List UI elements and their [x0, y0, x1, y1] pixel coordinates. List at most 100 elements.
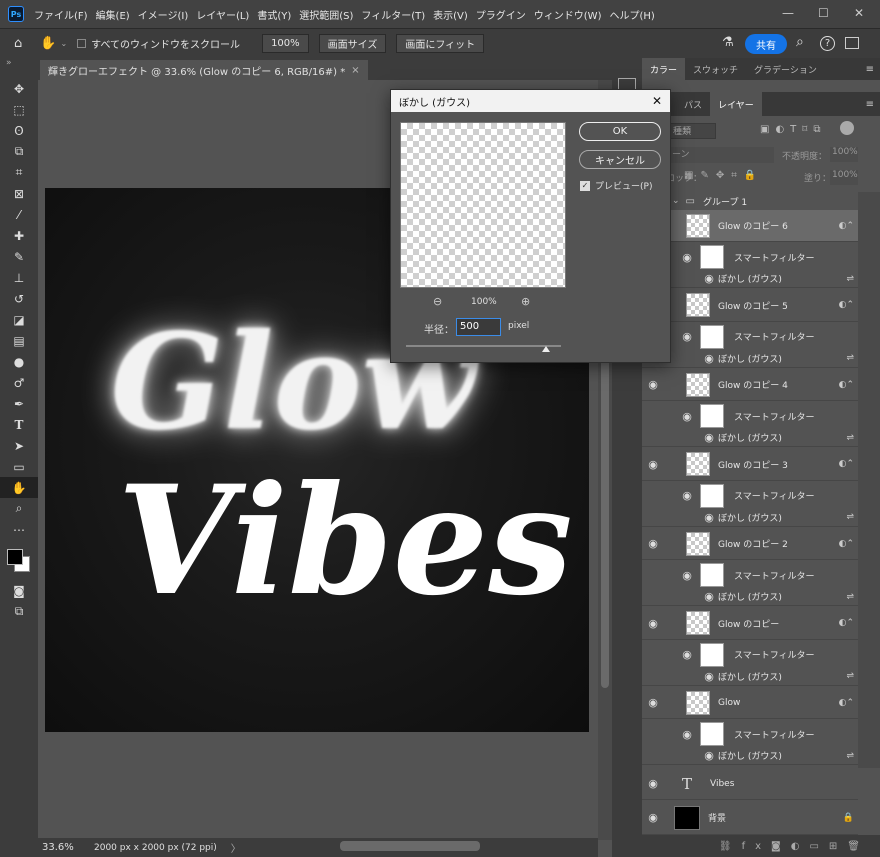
visibility-eye-icon[interactable]: ◉ [702, 590, 716, 603]
color-swatches[interactable] [0, 540, 38, 580]
hand-tool-icon[interactable]: ✋ [0, 477, 38, 498]
filter-options-icon[interactable]: ⇌ [846, 353, 854, 363]
more-tools-icon[interactable]: ⋯ [0, 519, 38, 540]
visibility-eye-icon[interactable]: ◉ [642, 458, 664, 471]
layer-row[interactable]: ◉ Glow ◐⌃ [642, 687, 858, 719]
dodge-tool-icon[interactable]: ♂ [0, 372, 38, 393]
maximize-icon[interactable]: ☐ [818, 6, 829, 20]
visibility-eye-icon[interactable]: ◉ [702, 352, 716, 365]
minimize-icon[interactable]: — [782, 6, 794, 20]
close-tab-icon[interactable]: × [351, 65, 359, 76]
blur-filter-row[interactable]: ◉ ぼかし (ガウス) ⇌ [642, 270, 858, 288]
menu-plugins[interactable]: プラグイン [472, 7, 530, 22]
blur-filter-row[interactable]: ◉ ぼかし (ガウス) ⇌ [642, 747, 858, 765]
horizontal-scroll-thumb[interactable] [340, 841, 480, 851]
close-window-icon[interactable]: ✕ [854, 6, 864, 20]
smart-filter-toggle-icon[interactable]: ◐⌃ [839, 380, 854, 390]
visibility-eye-icon[interactable]: ◉ [642, 696, 664, 709]
rectangle-tool-icon[interactable]: ▭ [0, 456, 38, 477]
blur-filter-row[interactable]: ◉ ぼかし (ガウス) ⇌ [642, 429, 858, 447]
eraser-tool-icon[interactable]: ◪ [0, 309, 38, 330]
menu-image[interactable]: イメージ(I) [134, 7, 193, 22]
filter-options-icon[interactable]: ⇌ [846, 751, 854, 761]
menu-view[interactable]: 表示(V) [429, 7, 472, 22]
visibility-eye-icon[interactable]: ◉ [702, 431, 716, 444]
screen-mode-icon[interactable]: ⧉ [0, 601, 38, 622]
menu-layer[interactable]: レイヤー(L) [192, 7, 253, 22]
frame-tool-icon[interactable]: ⊠ [0, 183, 38, 204]
menu-type[interactable]: 書式(Y) [253, 7, 295, 22]
hand-tool-preset-icon[interactable]: ✋ [40, 36, 56, 51]
menu-window[interactable]: ウィンドウ(W) [530, 7, 606, 22]
filter-options-icon[interactable]: ⇌ [846, 592, 854, 602]
visibility-eye-icon[interactable]: ◉ [642, 811, 664, 824]
panel-menu-icon[interactable]: ≡ [866, 64, 880, 75]
layers-scrollbar[interactable] [858, 192, 880, 768]
object-select-tool-icon[interactable]: ⧉ [0, 141, 38, 162]
move-tool-icon[interactable]: ✥ [0, 78, 38, 99]
quick-mask-icon[interactable]: ◙ [0, 580, 38, 601]
visibility-eye-icon[interactable]: ◉ [676, 410, 698, 423]
zoom-level[interactable]: 33.6% [42, 842, 86, 853]
blur-preview[interactable] [400, 122, 566, 288]
layer-row[interactable]: ◉ Glow のコピー 4 ◐⌃ [642, 369, 858, 401]
layer-filter-icons[interactable]: ▣◐T⌑⧉ [760, 124, 827, 135]
visibility-eye-icon[interactable]: ◉ [676, 728, 698, 741]
visibility-eye-icon[interactable]: ◉ [702, 749, 716, 762]
eyedropper-tool-icon[interactable]: ⁄ [0, 204, 38, 225]
zoom-tool-icon[interactable]: ⌕ [0, 498, 38, 519]
layer-row[interactable]: Glow のコピー 6 ◐⌃ [642, 210, 858, 242]
marquee-tool-icon[interactable]: ⬚ [0, 99, 38, 120]
tab-color[interactable]: カラー [642, 58, 686, 80]
visibility-eye-icon[interactable]: ◉ [702, 511, 716, 524]
crop-tool-icon[interactable]: ⌗ [0, 162, 38, 183]
foreground-color-swatch[interactable] [7, 549, 23, 565]
dialog-close-icon[interactable]: ✕ [652, 94, 662, 108]
lock-icons[interactable]: ▦✎✥⌗🔒 [684, 170, 763, 181]
smart-filter-row[interactable]: ◉ スマートフィルター [642, 402, 858, 430]
menu-help[interactable]: ヘルプ(H) [605, 7, 658, 22]
smart-filter-toggle-icon[interactable]: ◐⌃ [839, 618, 854, 628]
layers-footer-icons[interactable]: ⛓fx◙◐▭⊞🗑 [642, 835, 880, 857]
tab-gradients[interactable]: グラデーション [746, 58, 825, 80]
layer-row[interactable]: ◉ Glow のコピー 2 ◐⌃ [642, 528, 858, 560]
smart-filter-toggle-icon[interactable]: ◐⌃ [839, 300, 854, 310]
blur-filter-row[interactable]: ◉ ぼかし (ガウス) ⇌ [642, 350, 858, 368]
ok-button[interactable]: OK [579, 122, 661, 141]
visibility-eye-icon[interactable]: ◉ [676, 648, 698, 661]
smart-filter-toggle-icon[interactable]: ◐⌃ [839, 459, 854, 469]
search-icon[interactable]: ⌕ [796, 34, 804, 50]
visibility-eye-icon[interactable]: ◉ [702, 272, 716, 285]
chevron-down-icon[interactable]: ⌄ [60, 39, 67, 48]
lasso-tool-icon[interactable]: ʘ [0, 120, 38, 141]
document-tab[interactable]: 輝きグローエフェクト @ 33.6% (Glow のコピー 6, RGB/16#… [40, 60, 368, 80]
zoom-100-button[interactable]: 100% [262, 34, 309, 53]
fit-screen-button[interactable]: 画面サイズ [318, 34, 387, 53]
smart-filter-row[interactable]: ◉ スマートフィルター [642, 243, 858, 271]
tab-paths[interactable]: パス [676, 92, 710, 116]
menu-select[interactable]: 選択範囲(S) [295, 7, 357, 22]
smart-filter-row[interactable]: ◉ スマートフィルター [642, 720, 858, 748]
cancel-button[interactable]: キャンセル [579, 150, 661, 169]
preview-checkbox[interactable]: ✓ [580, 180, 590, 191]
radius-input[interactable]: 500 [456, 318, 501, 336]
radius-slider-thumb[interactable] [541, 346, 550, 352]
zoom-out-icon[interactable]: ⊖ [433, 295, 442, 308]
layers-menu-icon[interactable]: ≡ [866, 99, 880, 110]
smart-filter-row[interactable]: ◉ スマートフィルター [642, 561, 858, 589]
smart-filter-row[interactable]: ◉ スマートフィルター [642, 323, 858, 351]
collapse-icon[interactable]: » [0, 58, 38, 78]
text-layer-row[interactable]: ◉ T Vibes [642, 768, 858, 800]
fill-screen-button[interactable]: 画面にフィット [396, 34, 485, 53]
filter-options-icon[interactable]: ⇌ [846, 671, 854, 681]
visibility-eye-icon[interactable]: ◉ [702, 670, 716, 683]
scroll-all-checkbox[interactable] [77, 39, 87, 48]
status-arrow-icon[interactable]: 〉 [231, 840, 241, 855]
layer-row[interactable]: ◉ Glow のコピー 3 ◐⌃ [642, 449, 858, 481]
stamp-tool-icon[interactable]: ⊥ [0, 267, 38, 288]
radius-slider[interactable] [406, 345, 561, 352]
share-button[interactable]: 共有 [745, 34, 787, 54]
blur-filter-row[interactable]: ◉ ぼかし (ガウス) ⇌ [642, 588, 858, 606]
help-icon[interactable]: ? [820, 36, 835, 51]
filter-options-icon[interactable]: ⇌ [846, 274, 854, 284]
